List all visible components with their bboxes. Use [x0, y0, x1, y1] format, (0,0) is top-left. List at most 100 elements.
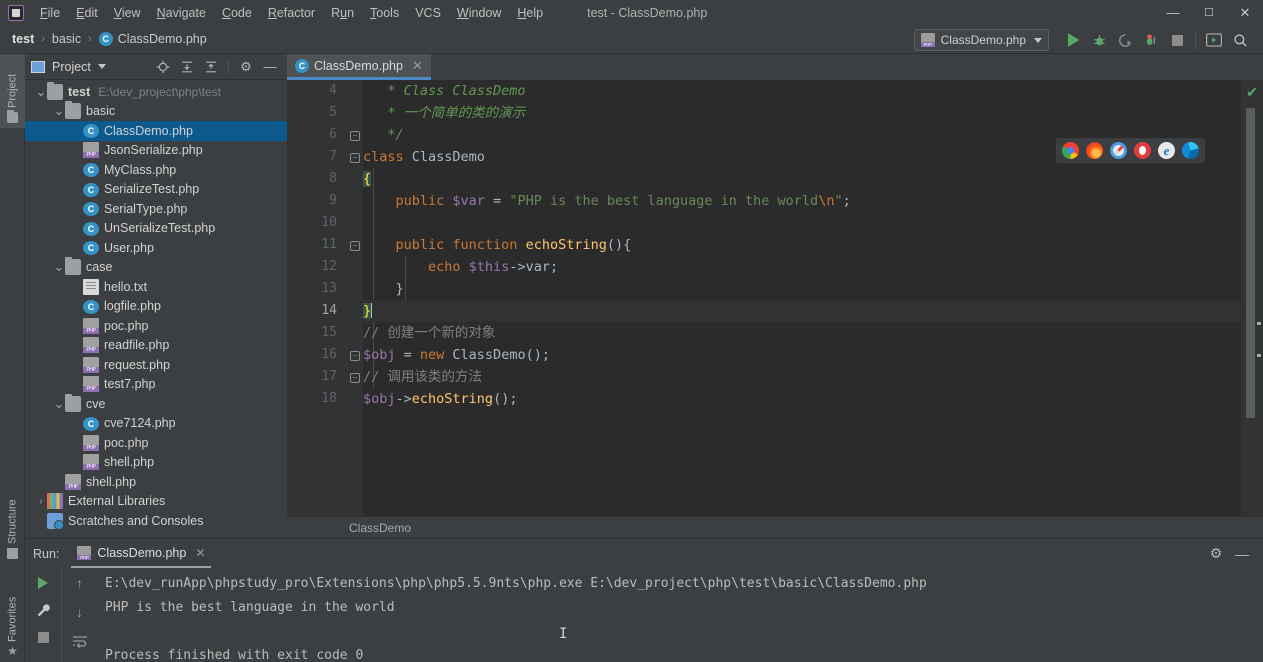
code-line[interactable]: } [363, 300, 1263, 322]
tree-item-serialtype-php[interactable]: C SerialType.php [25, 199, 287, 219]
stop-button[interactable] [1164, 28, 1190, 52]
collapse-all-button[interactable] [200, 56, 222, 78]
menu-edit[interactable]: Edit [68, 3, 106, 23]
profile-button[interactable] [1138, 28, 1164, 52]
editor-breadcrumb-class[interactable]: ClassDemo [349, 521, 411, 535]
tree-item-user-php[interactable]: C User.php [25, 238, 287, 258]
fold-marker-icon[interactable]: − [350, 351, 360, 361]
internet-explorer-icon[interactable]: e [1158, 142, 1175, 159]
tree-item-hello-txt[interactable]: hello.txt [25, 277, 287, 297]
fold-marker-icon[interactable]: − [350, 153, 360, 163]
inspection-gutter[interactable]: ✔ [1241, 80, 1263, 538]
sidebar-item-project[interactable]: Project [0, 54, 25, 128]
code-line[interactable]: * 一个简单的类的演示 [363, 102, 1263, 124]
fold-marker-icon[interactable]: − [350, 241, 360, 251]
fold-marker-icon[interactable]: − [350, 373, 360, 383]
menu-tools[interactable]: Tools [362, 3, 407, 23]
breadcrumb-item-file[interactable]: ClassDemo.php [118, 32, 207, 46]
search-everywhere-button[interactable] [1227, 28, 1253, 52]
minimize-button[interactable]: — [1155, 0, 1191, 25]
tree-item-test[interactable]: ⌄ test E:\dev_project\php\test [25, 81, 287, 102]
chevron-down-icon[interactable]: ⌄ [53, 397, 65, 410]
edit-configuration-button[interactable] [33, 601, 53, 619]
menu-code[interactable]: Code [214, 3, 260, 23]
chrome-icon[interactable] [1062, 142, 1079, 159]
opera-icon[interactable] [1134, 142, 1151, 159]
safari-icon[interactable] [1110, 142, 1127, 159]
code-line[interactable]: { [363, 168, 1263, 190]
edge-icon[interactable] [1182, 142, 1199, 159]
maximize-button[interactable]: ☐ [1191, 0, 1227, 25]
tree-item-external-libraries[interactable]: › External Libraries [25, 492, 287, 512]
editor-tab-classdemo[interactable]: C ClassDemo.php ✕ [287, 54, 431, 80]
console-output[interactable]: I E:\dev_runApp\phpstudy_pro\Extensions\… [97, 568, 1263, 662]
menu-refactor[interactable]: Refactor [260, 3, 323, 23]
run-button[interactable] [1060, 28, 1086, 52]
tree-item-scratches-and-consoles[interactable]: Scratches and Consoles [25, 511, 287, 531]
code-line[interactable]: $obj = new ClassDemo(); [363, 344, 1263, 366]
run-tab-classdemo[interactable]: ClassDemo.php ✕ [71, 539, 212, 568]
menu-run[interactable]: Run [323, 3, 362, 23]
tree-item-cve[interactable]: ⌄ cve [25, 393, 287, 414]
rerun-button[interactable] [33, 574, 53, 592]
code-line[interactable]: public function echoString(){ [363, 234, 1263, 256]
tree-item-unserializetest-php[interactable]: C UnSerializeTest.php [25, 219, 287, 239]
stop-button[interactable] [33, 628, 53, 646]
tree-item-request-php[interactable]: request.php [25, 355, 287, 375]
tree-item-shell-php[interactable]: shell.php [25, 453, 287, 473]
menu-window[interactable]: Window [449, 3, 509, 23]
code-editor[interactable]: 4 5 6 7 8 9 10 11 12 13 14 15 16 17 18 − − − − − * Cla… [287, 80, 1263, 538]
firefox-icon[interactable] [1086, 142, 1103, 159]
tree-item-cve7124-php[interactable]: Ccve7124.php [25, 414, 287, 434]
tree-item-poc-php[interactable]: poc.php [25, 316, 287, 336]
tree-item-poc-php[interactable]: poc.php [25, 433, 287, 453]
error-stripe-mark[interactable] [1257, 354, 1261, 357]
tree-item-jsonserialize-php[interactable]: JsonSerialize.php [25, 141, 287, 161]
breadcrumb-item-project[interactable]: test [12, 32, 34, 46]
menu-help[interactable]: Help [509, 3, 551, 23]
code-line[interactable] [363, 212, 1263, 234]
chevron-down-icon[interactable]: ⌄ [53, 104, 65, 117]
code-line[interactable]: * Class ClassDemo [363, 80, 1263, 102]
chevron-down-icon[interactable]: ⌄ [53, 260, 65, 273]
error-stripe-mark[interactable] [1257, 322, 1261, 325]
fold-marker-icon[interactable]: − [350, 131, 360, 141]
tree-item-case[interactable]: ⌄ case [25, 257, 287, 278]
arrow-down-icon[interactable]: ↓ [70, 603, 90, 621]
open-in-browser-button[interactable] [1201, 28, 1227, 52]
arrow-up-icon[interactable]: ↑ [70, 574, 90, 592]
code-line[interactable]: echo $this->var; [363, 256, 1263, 278]
code-line[interactable]: // 创建一个新的对象 [363, 322, 1263, 344]
code-line[interactable]: $obj->echoString(); [363, 388, 1263, 410]
code-line[interactable]: } [363, 278, 1263, 300]
close-button[interactable]: ✕ [1227, 0, 1263, 25]
close-icon[interactable]: ✕ [412, 58, 423, 74]
menu-file[interactable]: File [32, 3, 68, 23]
code-line[interactable]: public $var = "PHP is the best language … [363, 190, 1263, 212]
menu-navigate[interactable]: Navigate [149, 3, 214, 23]
expand-all-button[interactable] [176, 56, 198, 78]
tree-item-basic[interactable]: ⌄ basic [25, 101, 287, 122]
fold-gutter[interactable]: − − − − − [347, 80, 363, 538]
run-with-coverage-button[interactable] [1112, 28, 1138, 52]
soft-wrap-button[interactable] [70, 632, 90, 650]
chevron-down-icon[interactable] [97, 64, 106, 69]
hide-button[interactable]: — [259, 56, 281, 78]
editor-scrollbar-thumb[interactable] [1246, 108, 1255, 418]
tree-item-classdemo-php[interactable]: C ClassDemo.php [25, 121, 287, 141]
sidebar-item-favorites[interactable]: ★ Favorites [0, 572, 25, 662]
sidebar-item-structure[interactable]: Structure [0, 478, 25, 564]
tree-item-serializetest-php[interactable]: C SerializeTest.php [25, 180, 287, 200]
code-line[interactable]: // 调用该类的方法 [363, 366, 1263, 388]
tree-item-logfile-php[interactable]: Clogfile.php [25, 297, 287, 317]
select-opened-file-button[interactable] [152, 56, 174, 78]
breadcrumb-item-folder[interactable]: basic [52, 32, 81, 46]
tree-item-readfile-php[interactable]: readfile.php [25, 336, 287, 356]
gear-icon[interactable]: ⚙ [1205, 543, 1227, 565]
check-ok-icon[interactable]: ✔ [1244, 84, 1260, 100]
debug-button[interactable] [1086, 28, 1112, 52]
settings-button[interactable]: ⚙ [235, 56, 257, 78]
chevron-down-icon[interactable]: ⌄ [35, 85, 47, 98]
close-icon[interactable]: ✕ [195, 546, 205, 560]
chevron-right-icon[interactable]: › [35, 496, 47, 506]
